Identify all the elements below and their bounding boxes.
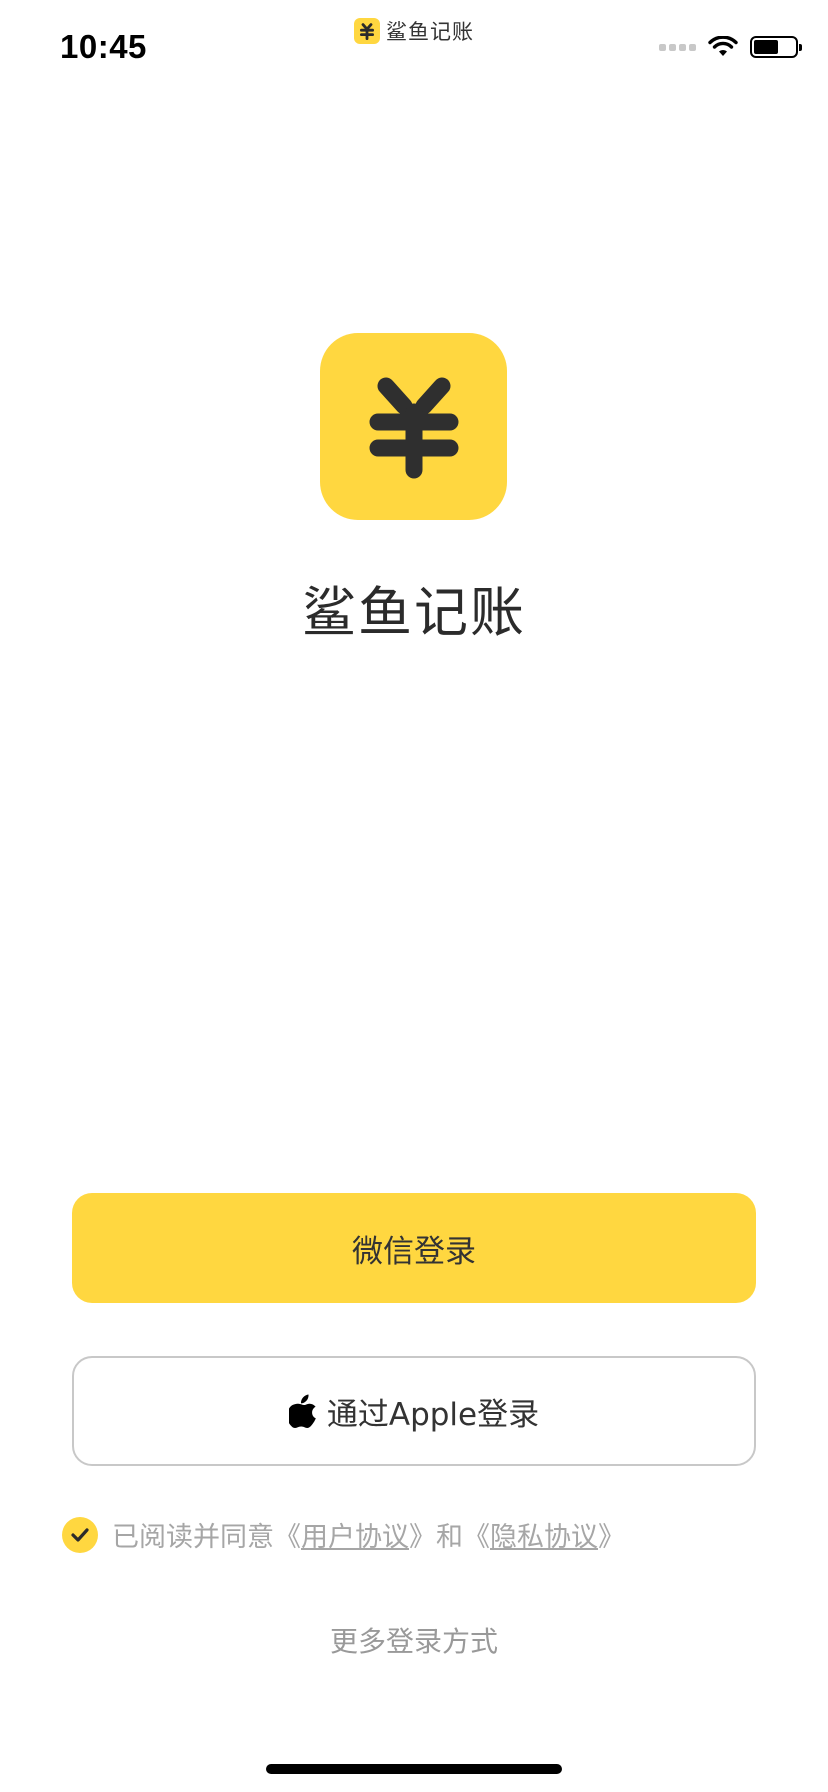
agreement-conjunction: 和 (436, 1522, 463, 1553)
status-icons (659, 36, 802, 58)
battery-icon (750, 36, 802, 58)
yen-logo-icon (369, 377, 458, 478)
privacy-policy-link[interactable]: 隐私协议 (490, 1522, 598, 1553)
agreement-checkbox[interactable] (62, 1516, 98, 1553)
app-logo (320, 333, 507, 520)
agreement-text: 已阅读并同意《用户协议》和《隐私协议》 (112, 1515, 625, 1554)
user-agreement-link[interactable]: 用户协议 (301, 1522, 409, 1553)
wechat-login-label: 微信登录 (352, 1233, 476, 1270)
quote-close-2: 》 (598, 1522, 625, 1553)
status-app-name: 鲨鱼记账 (386, 20, 474, 44)
apple-logo-icon (288, 1394, 316, 1428)
more-login-options-link[interactable]: 更多登录方式 (0, 1620, 828, 1660)
apple-login-label: 通过Apple登录 (326, 1396, 540, 1433)
agreement-prefix: 已阅读并同意 (112, 1522, 274, 1553)
login-screen: 10:45 鲨鱼记账 鲨鱼记账 微信登录 通过Apple登录 已阅读并同意《用户… (0, 0, 828, 1792)
wifi-icon (708, 36, 738, 56)
quote-open-1: 《 (274, 1522, 301, 1553)
cellular-signal-icon (659, 43, 696, 51)
home-indicator[interactable] (266, 1764, 562, 1774)
mini-app-logo-icon (354, 18, 380, 44)
agreement-row: 已阅读并同意《用户协议》和《隐私协议》 (62, 1515, 625, 1554)
quote-close-1: 》 (409, 1522, 436, 1553)
apple-login-button[interactable]: 通过Apple登录 (72, 1356, 756, 1466)
wechat-login-button[interactable]: 微信登录 (72, 1193, 756, 1303)
checkmark-icon (71, 1527, 89, 1542)
quote-open-2: 《 (463, 1522, 490, 1553)
app-name-title: 鲨鱼记账 (302, 581, 526, 644)
